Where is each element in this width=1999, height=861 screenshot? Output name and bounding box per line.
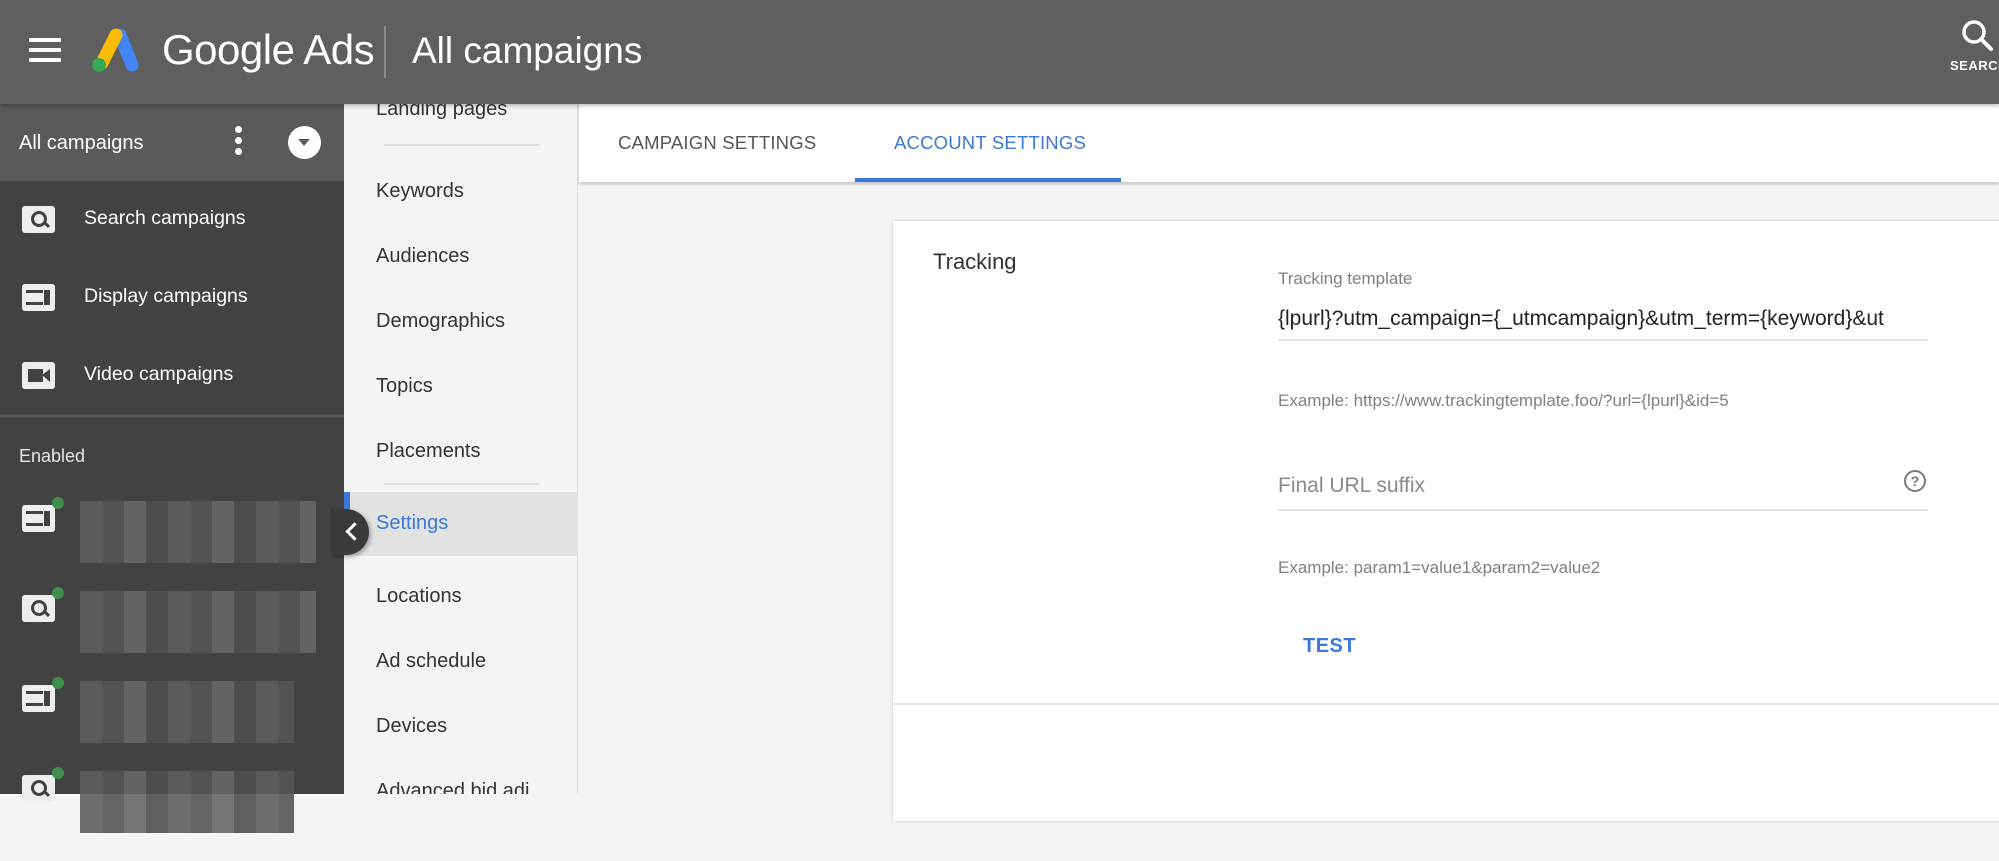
- video-campaign-icon: [22, 362, 55, 389]
- campaign-list-item[interactable]: [0, 587, 344, 681]
- page-menu-item-landing-pages[interactable]: Landing pages: [344, 104, 577, 142]
- more-vert-icon: [234, 126, 242, 133]
- page-menu: Landing pages Keywords Audiences Demogra…: [344, 104, 578, 794]
- search-button[interactable]: SEARCH: [1950, 18, 1999, 88]
- redacted-campaign-name: [80, 591, 316, 653]
- page-menu-item-audiences[interactable]: Audiences: [344, 225, 577, 289]
- nav-item-video-campaigns[interactable]: Video campaigns: [0, 337, 344, 415]
- brand-name: Google Ads: [162, 26, 375, 73]
- nav-item-display-campaigns[interactable]: Display campaigns: [0, 259, 344, 337]
- nav-item-search-campaigns[interactable]: Search campaigns: [0, 181, 344, 259]
- campaign-list-item[interactable]: [0, 767, 344, 861]
- settings-tabs: CAMPAIGN SETTINGS ACCOUNT SETTINGS: [579, 104, 1999, 182]
- tracking-template-input[interactable]: [1278, 299, 1928, 341]
- enabled-status-dot: [52, 497, 64, 509]
- search-label: SEARCH: [1950, 58, 1999, 73]
- page-menu-item-topics[interactable]: Topics: [344, 355, 577, 419]
- enabled-status-dot: [52, 587, 64, 599]
- search-campaign-icon: [22, 595, 55, 622]
- help-icon[interactable]: ?: [1904, 470, 1926, 492]
- section-header: Enabled: [0, 417, 344, 477]
- scope-dropdown-button[interactable]: [288, 126, 321, 159]
- page-menu-item-settings[interactable]: Settings: [344, 492, 577, 556]
- top-app-bar: Google Ads All campaigns SEARCH: [0, 0, 1999, 104]
- campaign-list-item[interactable]: [0, 677, 344, 771]
- final-url-suffix-input[interactable]: [1278, 463, 1928, 511]
- campaign-navigation-panel: All campaigns Search campaigns Display c…: [0, 104, 344, 833]
- tab-account-settings[interactable]: ACCOUNT SETTINGS: [855, 104, 1121, 182]
- display-campaign-icon: [22, 505, 55, 532]
- redacted-campaign-name: [80, 501, 316, 563]
- campaign-list-item[interactable]: [0, 497, 344, 591]
- more-options-button[interactable]: [231, 126, 245, 160]
- page-menu-item-devices[interactable]: Devices: [344, 695, 577, 759]
- page-title: All campaigns: [412, 30, 643, 71]
- page-menu-item-keywords[interactable]: Keywords: [344, 160, 577, 224]
- nav-item-label: Display campaigns: [84, 285, 248, 307]
- enabled-status-dot: [52, 677, 64, 689]
- page-menu-item-ad-schedule[interactable]: Ad schedule: [344, 630, 577, 694]
- page-menu-item-locations[interactable]: Locations: [344, 565, 577, 629]
- card-title: Tracking: [933, 249, 1017, 274]
- page-menu-item-advanced-bid-adj[interactable]: Advanced bid adj.: [344, 760, 577, 794]
- redacted-campaign-name: [80, 681, 294, 743]
- tab-campaign-settings[interactable]: CAMPAIGN SETTINGS: [579, 104, 855, 182]
- search-campaign-icon: [22, 206, 55, 233]
- section-title: Enabled: [19, 446, 86, 466]
- divider: [384, 144, 539, 146]
- final-url-suffix-hint: Example: param1=value1&param2=value2: [1278, 558, 1601, 577]
- search-icon: [1962, 20, 1993, 51]
- enabled-status-dot: [52, 767, 64, 779]
- test-button[interactable]: TEST: [1303, 635, 1356, 658]
- tracking-template-hint: Example: https://www.trackingtemplate.fo…: [1278, 391, 1729, 410]
- divider: [893, 703, 1999, 705]
- tracking-card: Tracking Tracking template Example: http…: [893, 221, 1999, 821]
- display-campaign-icon: [22, 685, 55, 712]
- scope-label: All campaigns: [19, 132, 144, 154]
- scope-selector[interactable]: All campaigns: [0, 104, 344, 181]
- google-ads-logo-icon: [92, 28, 139, 72]
- header-divider: [384, 26, 386, 78]
- display-campaign-icon: [22, 284, 55, 311]
- nav-item-label: Search campaigns: [84, 207, 246, 229]
- page-menu-item-placements[interactable]: Placements: [344, 420, 577, 484]
- nav-item-label: Video campaigns: [84, 363, 234, 385]
- divider: [384, 483, 539, 485]
- hamburger-menu-button[interactable]: [26, 38, 64, 66]
- menu-icon: [29, 38, 61, 42]
- redacted-campaign-name: [80, 771, 294, 833]
- tracking-template-label: Tracking template: [1278, 269, 1413, 288]
- search-campaign-icon: [22, 775, 55, 802]
- page-menu-item-demographics[interactable]: Demographics: [344, 290, 577, 354]
